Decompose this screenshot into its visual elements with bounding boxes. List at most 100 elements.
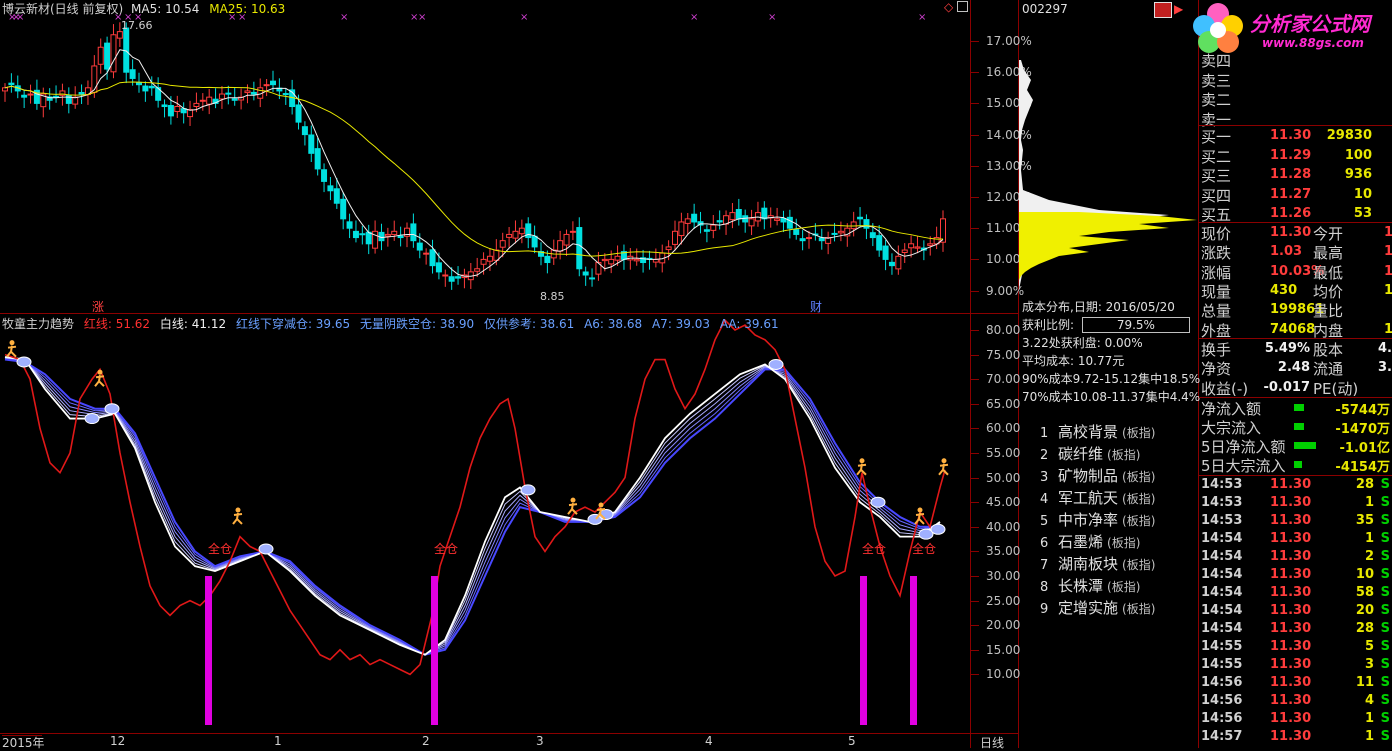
candle-body [576,227,583,270]
block-tag: (板指) [1122,514,1156,528]
event-marker: × [238,12,246,23]
tick-time: 14:56 [1201,711,1243,726]
tick-side: S [1380,531,1390,546]
indicator-tick: 30.00 [986,569,1021,583]
block-tag: (板指) [1122,492,1156,506]
block-tag: (板指) [1107,536,1141,550]
candle-body [27,93,34,96]
block-item[interactable]: 3 矿物制品 (板指) [1040,465,1155,486]
candle-body [263,84,270,87]
fund-label: 收益(-) [1201,379,1249,398]
x-label: 2015年 [2,736,45,750]
indicator-tick: 15.00 [986,642,1021,657]
candle-body [672,230,678,245]
fund-label: PE(动) [1313,379,1359,398]
block-item[interactable]: 5 中市净率 (板指) [1040,509,1155,530]
tick-volume: 1 [1364,729,1374,744]
block-item[interactable]: 9 定增实施 (板指) [1040,597,1155,618]
candle-body [793,229,800,235]
flow-bar [1294,461,1302,468]
candle-body [888,261,895,267]
signal-ball [16,356,32,368]
tick-price: 11.30 [1270,549,1312,564]
candle-body [914,246,921,249]
tick-price: 11.30 [1270,711,1312,726]
tick-side: S [1380,621,1390,636]
tick-row: 14:57 11.30 1 S [1201,729,1392,747]
tick-row: 14:54 11.30 10 S [1201,567,1392,585]
candle-body [231,98,238,101]
block-tag: (板指) [1122,602,1156,616]
flow-value: -1.01亿 [1339,441,1390,456]
fund-value: 3. [1378,360,1392,376]
candle-body [563,233,570,246]
bid-label: 买一 [1201,128,1232,146]
block-index: 8 [1040,580,1049,595]
block-index: 4 [1040,492,1049,507]
block-item[interactable]: 8 长株潭 (板指) [1040,575,1140,596]
logo-title: 分析家公式网 [1250,12,1370,36]
tick-side: S [1380,477,1390,492]
tick-side: S [1380,495,1390,510]
cai-marker[interactable]: 财 [810,298,822,315]
arrow-icon[interactable]: ▶ [1174,2,1183,16]
tick-price: 11.30 [1270,495,1312,510]
x-axis: 2015年 12 1 2 3 4 5 [0,734,970,750]
tick-time: 14:54 [1201,549,1243,564]
block-name: 高校背景 [1058,423,1119,441]
quote-value: 1 [1384,225,1392,240]
candle-body [531,235,538,248]
runner-icon [6,340,17,358]
block-item[interactable]: 6 石墨烯 (板指) [1040,531,1140,552]
candle-body [327,185,334,192]
candle-body [174,106,181,112]
block-index: 6 [1040,536,1049,551]
indicator-tick: 45.00 [986,495,1021,510]
logo-url: www.88gs.com [1262,36,1364,50]
block-name: 碳纤维 [1058,445,1104,463]
block-item[interactable]: 2 碳纤维 (板指) [1040,443,1140,464]
candle-body [901,249,908,254]
fund-label: 股本 [1313,341,1344,359]
tick-side: S [1380,567,1390,582]
tick-time: 14:53 [1201,495,1243,510]
block-item[interactable]: 4 军工航天 (板指) [1040,487,1155,508]
event-marker: × [690,12,698,23]
candlesticks [2,22,946,290]
candle-body [614,255,621,261]
indicator-tick: 20.00 [986,618,1021,633]
red-value: 红线: 51.62 [83,317,151,331]
candle-body [410,223,417,242]
bid-volume: 936 [1344,167,1372,182]
candle-body [831,232,838,235]
candle-body [391,230,398,236]
candle-body [895,255,902,270]
bid-volume: 10 [1353,186,1372,202]
indicator-tick: 25.00 [986,593,1021,608]
timeframe-label[interactable]: 日线 [980,734,1004,751]
yin-value: 无量阴跌空仓: 38.90 [359,317,475,331]
candle-body [544,255,551,264]
quote-value: 430 [1270,282,1298,298]
zhang-marker[interactable]: 涨 [92,298,104,315]
indicator-tick: 35.00 [986,544,1021,559]
tick-volume: 28 [1355,477,1374,492]
block-tag: (板指) [1107,580,1141,594]
fund-label: 净资 [1201,360,1232,379]
indicator-tick: 80.00 [986,323,1021,337]
quote-label: 最高 [1313,244,1344,263]
chart-canvas[interactable]: ××× × × × × × × × × × × × × [0,0,970,748]
flow-value: -1470万 [1335,422,1390,437]
cost-info: 成本分布,日期: 2016/05/20 获利比例: 79.5% 3.22处获利盘… [1022,298,1200,406]
tick-time: 14:53 [1201,477,1243,492]
tick-side: S [1380,711,1390,726]
bid-price: 11.27 [1270,186,1312,202]
block-item[interactable]: 1 高校背景 (板指) [1040,421,1155,442]
candle-body [2,87,8,92]
full-position-bar [910,576,917,725]
report-icon[interactable] [1154,2,1172,18]
block-item[interactable]: 7 湖南板块 (板指) [1040,553,1155,574]
candle-body [346,221,353,229]
tick-time: 14:54 [1201,585,1243,600]
indicator-tick: 55.00 [986,446,1021,460]
